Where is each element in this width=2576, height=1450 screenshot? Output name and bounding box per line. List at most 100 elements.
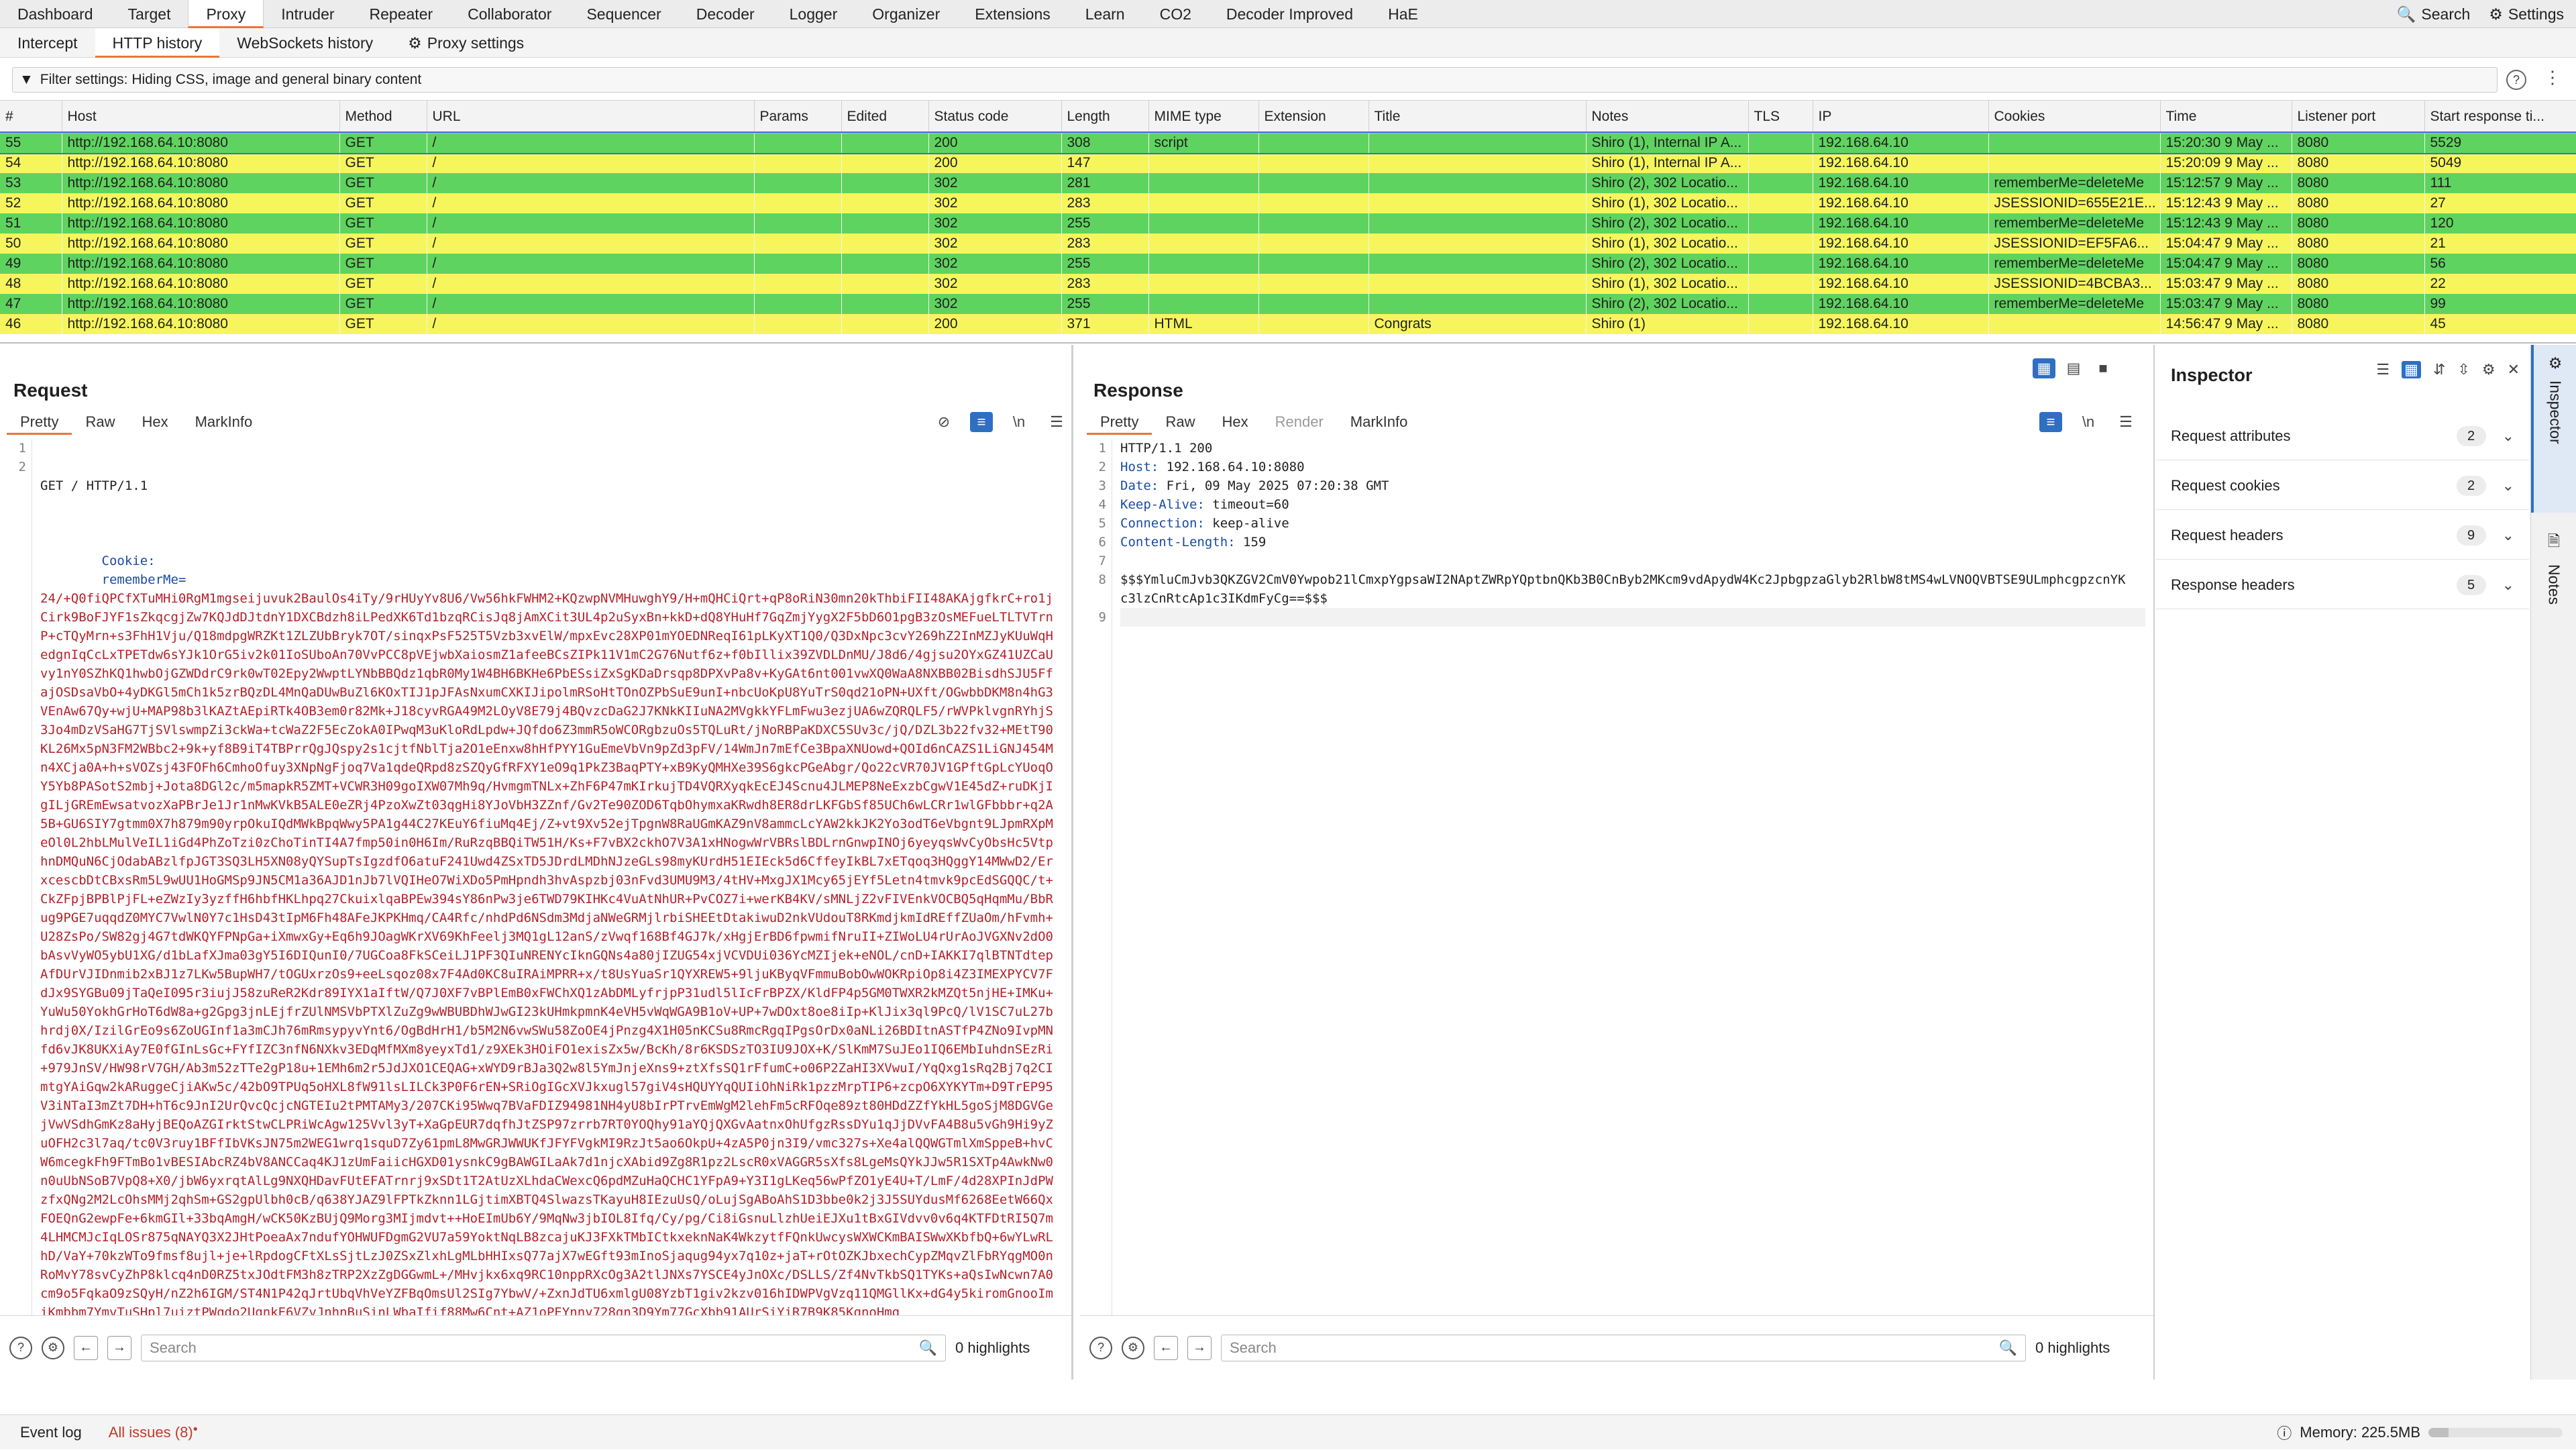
column-header[interactable]: #	[0, 101, 62, 134]
response-tab-raw[interactable]: Raw	[1152, 409, 1208, 435]
tab-co2[interactable]: CO2	[1142, 0, 1209, 28]
expand-all-icon[interactable]: ⇵	[2433, 361, 2445, 378]
next-match-button[interactable]: →	[1187, 1335, 1212, 1360]
next-match-button[interactable]: →	[107, 1335, 131, 1360]
help-icon[interactable]: ?	[2506, 70, 2526, 90]
tab-repeater[interactable]: Repeater	[352, 0, 451, 28]
chevron-down-icon[interactable]: ⌄	[2502, 477, 2514, 495]
tab-dashboard[interactable]: Dashboard	[0, 0, 111, 28]
tab-learn[interactable]: Learn	[1068, 0, 1142, 28]
response-tab-pretty[interactable]: Pretty	[1087, 409, 1152, 435]
show-newlines-icon[interactable]: \n	[2077, 412, 2100, 432]
tab-decoder-improved[interactable]: Decoder Improved	[1209, 0, 1371, 28]
tab-websockets-history[interactable]: WebSockets history	[219, 28, 390, 58]
help-icon[interactable]: ?	[9, 1336, 32, 1359]
table-row[interactable]: 52 http://192.168.64.10:8080 GET/ 302 283 Shi…	[0, 193, 2576, 213]
column-header[interactable]: URL	[427, 101, 755, 134]
gear-icon[interactable]: ⚙	[42, 1336, 64, 1359]
column-header[interactable]: MIME type	[1148, 101, 1259, 134]
tab-logger[interactable]: Logger	[772, 0, 855, 28]
tab-intruder[interactable]: Intruder	[264, 0, 352, 28]
sidebar-tab-inspector[interactable]: ⚙ Inspector	[2531, 345, 2576, 513]
close-icon[interactable]: ✕	[2508, 361, 2520, 378]
gear-icon[interactable]: ⚙	[1122, 1336, 1144, 1359]
tab-organizer[interactable]: Organizer	[855, 0, 957, 28]
chevron-down-icon[interactable]: ⌄	[2502, 527, 2514, 544]
settings-button[interactable]: ⚙ Settings	[2489, 5, 2564, 23]
request-tab-markinfo[interactable]: MarkInfo	[182, 409, 266, 435]
more-options-icon[interactable]: ⋮	[2544, 67, 2561, 88]
table-row[interactable]: 51 http://192.168.64.10:8080 GET/ 302 255 Shi…	[0, 213, 2576, 234]
gear-icon[interactable]: ⚙	[2482, 361, 2496, 378]
column-header[interactable]: Method	[339, 101, 427, 134]
table-row[interactable]: 50 http://192.168.64.10:8080 GET/ 302 283 Shi…	[0, 234, 2576, 254]
wrap-lines-icon[interactable]: ≡	[970, 412, 993, 432]
previous-match-button[interactable]: ←	[1154, 1335, 1178, 1360]
help-icon[interactable]: ?	[1089, 1336, 1112, 1359]
menu-icon[interactable]: ☰	[1045, 412, 1068, 432]
split-view-icon[interactable]: ▦	[2402, 361, 2421, 378]
request-editor[interactable]: 1 2 GET / HTTP/1.1 Cookie: rememberMe= 2…	[0, 439, 1071, 1315]
side-by-side-layout-icon[interactable]: ▦	[2033, 358, 2055, 378]
column-header[interactable]: Status code	[928, 101, 1062, 134]
inspector-section-request-attributes[interactable]: Request attributes 2 ⌄	[2156, 412, 2529, 460]
chevron-down-icon[interactable]: ⌄	[2502, 427, 2514, 445]
column-header[interactable]: Notes	[1586, 101, 1749, 134]
show-newlines-icon[interactable]: \n	[1008, 412, 1030, 432]
column-header[interactable]: Listener port	[2292, 101, 2425, 134]
collapse-all-icon[interactable]: ⇳	[2457, 361, 2469, 378]
tab-decoder[interactable]: Decoder	[679, 0, 772, 28]
tab-collaborator[interactable]: Collaborator	[450, 0, 569, 28]
filter-settings-field[interactable]: ▼ Filter settings: Hiding CSS, image and…	[12, 67, 2498, 93]
column-header[interactable]: Edited	[841, 101, 929, 134]
request-tab-pretty[interactable]: Pretty	[7, 409, 72, 435]
table-row[interactable]: 55 http://192.168.64.10:8080 GET/ 200 308 scr…	[0, 132, 2576, 154]
request-search-input[interactable]: Search 🔍	[141, 1334, 946, 1361]
table-row[interactable]: 47 http://192.168.64.10:8080 GET/ 302 255 Shi…	[0, 294, 2576, 314]
table-row[interactable]: 46 http://192.168.64.10:8080 GET/ 200 371 HTM…	[0, 314, 2576, 334]
previous-match-button[interactable]: ←	[74, 1335, 98, 1360]
table-row[interactable]: 48 http://192.168.64.10:8080 GET/ 302 283 Shi…	[0, 274, 2576, 294]
column-header[interactable]: Start response ti...	[2424, 101, 2576, 134]
response-tab-markinfo[interactable]: MarkInfo	[1337, 409, 1421, 435]
column-header[interactable]: Time	[2160, 101, 2292, 134]
all-issues-button[interactable]: All issues (8)●	[102, 1424, 205, 1441]
column-header[interactable]: Params	[754, 101, 842, 134]
tab-extensions[interactable]: Extensions	[957, 0, 1068, 28]
column-header[interactable]: TLS	[1748, 101, 1813, 134]
response-tab-render[interactable]: Render	[1262, 409, 1337, 435]
table-row[interactable]: 49 http://192.168.64.10:8080 GET/ 302 255 Shi…	[0, 254, 2576, 274]
chevron-down-icon[interactable]: ⌄	[2502, 576, 2514, 594]
table-row[interactable]: 53 http://192.168.64.10:8080 GET/ 302 281 Shi…	[0, 173, 2576, 193]
tab-sequencer[interactable]: Sequencer	[569, 0, 678, 28]
proxy-settings-button[interactable]: ⚙ Proxy settings	[390, 28, 541, 58]
column-header[interactable]: Cookies	[1988, 101, 2161, 134]
table-row[interactable]: 54 http://192.168.64.10:8080 GET/ 200 147 Shi…	[0, 153, 2576, 173]
hide-nonprintable-icon[interactable]: ⊘	[932, 412, 955, 432]
tabbed-layout-icon[interactable]: ■	[2092, 358, 2114, 378]
column-header[interactable]: Length	[1061, 101, 1149, 134]
response-search-input[interactable]: Search 🔍	[1221, 1334, 2026, 1361]
tab-http-history[interactable]: HTTP history	[95, 28, 220, 58]
request-tab-hex[interactable]: Hex	[128, 409, 181, 435]
column-header[interactable]: Host	[62, 101, 340, 134]
stacked-layout-icon[interactable]: ▤	[2062, 358, 2085, 378]
request-tab-raw[interactable]: Raw	[72, 409, 128, 435]
response-editor[interactable]: 1 2 3 4 5 6 7 8 9 HTTP/1.1 200 Host: 192.168.64.1…	[1080, 439, 2153, 1315]
inspector-section-response-headers[interactable]: Response headers 5 ⌄	[2156, 561, 2529, 609]
wrap-lines-icon[interactable]: ≡	[2039, 412, 2062, 432]
inspector-section-request-cookies[interactable]: Request cookies 2 ⌄	[2156, 462, 2529, 510]
response-tab-hex[interactable]: Hex	[1208, 409, 1261, 435]
event-log-button[interactable]: Event log	[0, 1424, 102, 1441]
sidebar-tab-notes[interactable]: 🗎 Notes	[2531, 521, 2576, 655]
tab-intercept[interactable]: Intercept	[0, 28, 95, 58]
column-header[interactable]: Extension	[1258, 101, 1369, 134]
menu-icon[interactable]: ☰	[2114, 412, 2137, 432]
list-view-icon[interactable]: ☰	[2376, 361, 2390, 378]
tab-target[interactable]: Target	[111, 0, 189, 28]
global-search-button[interactable]: 🔍 Search	[2397, 5, 2471, 23]
column-header[interactable]: IP	[1813, 101, 1989, 134]
tab-proxy[interactable]: Proxy	[188, 0, 264, 28]
tab-hae[interactable]: HaE	[1371, 0, 1436, 28]
inspector-section-request-headers[interactable]: Request headers 9 ⌄	[2156, 511, 2529, 560]
